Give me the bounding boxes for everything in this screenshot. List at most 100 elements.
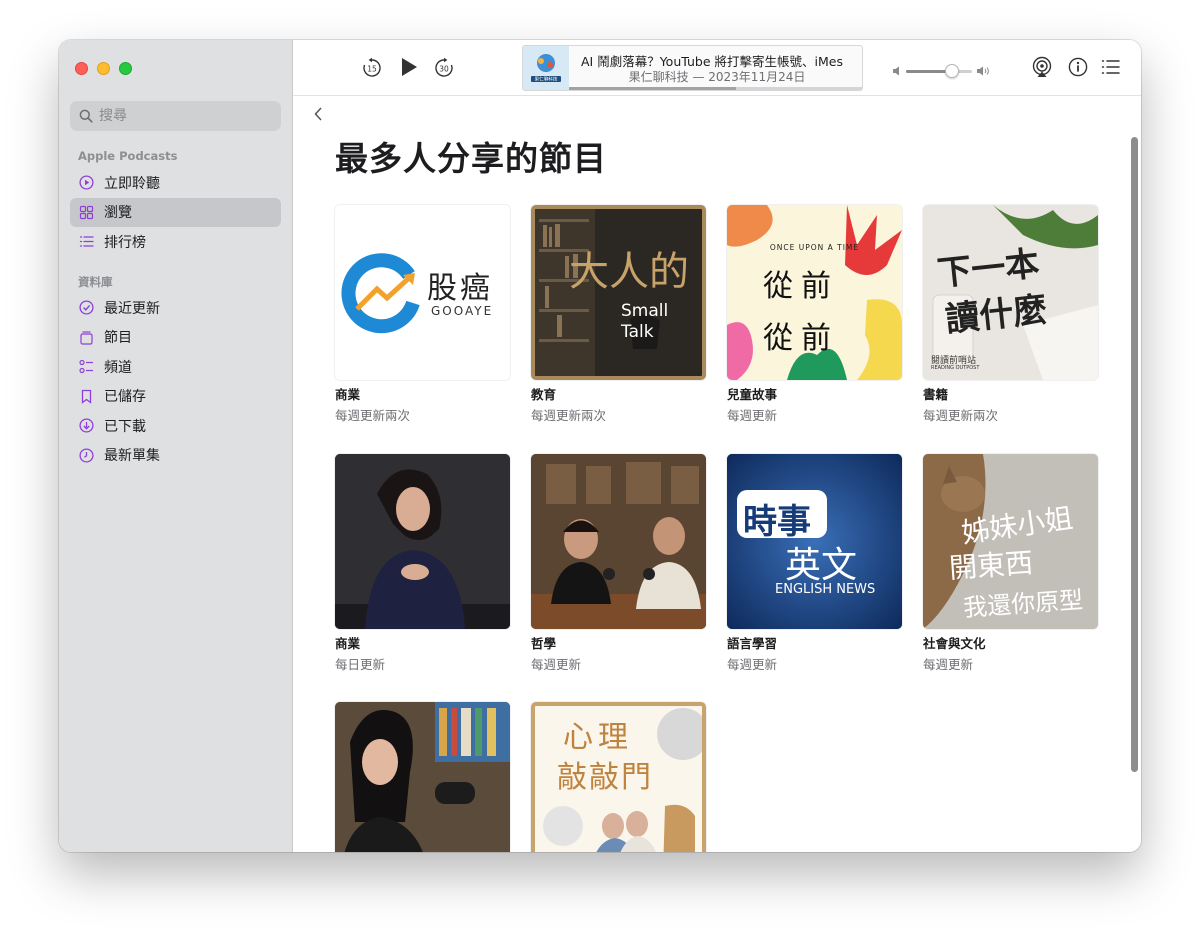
chevron-left-icon: [314, 107, 322, 121]
cover-text: 敲敲門: [557, 760, 653, 795]
show-category: 兒童故事: [727, 387, 778, 402]
volume-low-icon: [893, 66, 899, 76]
play-circle-icon: [79, 175, 94, 190]
sidebar-item-browse[interactable]: 瀏覽: [70, 197, 281, 227]
bookmark-icon: [79, 389, 94, 404]
vertical-scrollbar[interactable]: [1131, 137, 1138, 772]
cover-text: 股癌: [427, 271, 493, 306]
sidebar-item-downloaded[interactable]: 已下載: [70, 411, 281, 440]
download-icon: [79, 418, 94, 433]
sidebar-item-saved[interactable]: 已儲存: [70, 382, 281, 411]
cover-text: 大人的: [569, 249, 689, 295]
sidebar-item-listen-now[interactable]: 立即聆聽: [70, 168, 281, 197]
sidebar-item-channels[interactable]: 頻道: [70, 352, 281, 381]
sidebar: Apple Podcasts 立即聆聽 瀏覽 排行榜 資料庫 最近更新: [59, 40, 293, 852]
play-button[interactable]: [397, 55, 421, 79]
play-icon: [402, 58, 417, 76]
cover-text: Small: [621, 301, 669, 321]
info-button[interactable]: [1067, 56, 1089, 78]
show-frequency: 每週更新兩次: [531, 408, 607, 423]
sidebar-item-label: 最新單集: [104, 448, 160, 465]
skip-back-icon: 15: [363, 57, 381, 77]
show-card[interactable]: [335, 702, 510, 852]
show-artwork: 股癌 GOOAYE: [335, 205, 510, 380]
show-card[interactable]: 姊妹小姐 開東西 我還你原型 社會與文化 每週更新: [923, 454, 1098, 673]
shows-icon: [79, 330, 94, 345]
show-category: 哲學: [531, 636, 557, 651]
show-category: 書籍: [923, 387, 949, 402]
show-frequency: 每週更新兩次: [335, 408, 411, 423]
show-artwork: 下一本 讀什麼 閱讀前哨站 READING OUTPOST: [923, 205, 1098, 380]
sidebar-item-shows[interactable]: 節目: [70, 323, 281, 352]
cover-text: 從前: [763, 269, 839, 304]
show-card[interactable]: 大人的 Small Talk 教育 每週更新兩次: [531, 205, 706, 424]
volume-slider-knob[interactable]: [945, 63, 960, 78]
show-category: 教育: [531, 387, 557, 402]
show-frequency: 每週更新兩次: [923, 408, 999, 423]
show-frequency: 每週更新: [727, 408, 778, 423]
volume-high-icon: [977, 66, 989, 76]
show-card[interactable]: 股癌 GOOAYE 商業 每週更新兩次: [335, 205, 510, 424]
sidebar-item-label: 瀏覽: [104, 205, 132, 222]
cover-text: READING OUTPOST: [931, 365, 980, 371]
channels-icon: [79, 359, 94, 374]
airplay-button[interactable]: [1031, 56, 1053, 78]
show-artwork: 姊妹小姐 開東西 我還你原型: [923, 454, 1098, 629]
cover-text: 心理: [563, 720, 633, 755]
show-artwork: [335, 702, 510, 852]
section-title-library: 資料庫: [78, 275, 113, 289]
show-frequency: 每週更新: [923, 657, 974, 672]
show-category: 語言學習: [727, 636, 778, 651]
show-category: 商業: [335, 636, 361, 651]
cover-text: ONCE UPON A TIME: [769, 243, 860, 252]
sidebar-item-label: 頻道: [104, 359, 132, 376]
back-button[interactable]: [313, 106, 323, 126]
sidebar-item-recently-updated[interactable]: 最近更新: [70, 293, 281, 322]
search-field[interactable]: [70, 101, 281, 131]
close-window-button[interactable]: [75, 62, 88, 75]
airplay-audio-icon: [1032, 56, 1052, 77]
playback-progress-bar[interactable]: [569, 87, 862, 90]
show-card[interactable]: 心理 敲敲門: [531, 702, 706, 852]
sidebar-item-label: 已下載: [104, 418, 146, 435]
volume-slider[interactable]: [906, 63, 972, 78]
skip-forward-icon: 30: [435, 57, 453, 77]
page-title: 最多人分享的節目: [335, 139, 607, 178]
list-icon: [79, 234, 94, 249]
minimize-window-button[interactable]: [97, 62, 110, 75]
skip-back-label: 15: [367, 65, 377, 74]
up-next-button[interactable]: [1100, 56, 1122, 78]
show-card[interactable]: 商業 每日更新: [335, 454, 510, 673]
skip-forward-label: 30: [439, 65, 449, 74]
podcasts-window: Apple Podcasts 立即聆聽 瀏覽 排行榜 資料庫 最近更新: [59, 40, 1141, 852]
sidebar-item-top-charts[interactable]: 排行榜: [70, 227, 281, 256]
checkmark-circle-icon: [79, 300, 94, 315]
svg-text:果仁聊科技: 果仁聊科技: [535, 76, 558, 83]
cover-text: 從前: [763, 321, 839, 356]
skip-back-button[interactable]: 15: [361, 57, 383, 79]
grid-icon: [79, 205, 94, 220]
now-playing-panel[interactable]: 果仁聊科技 AI 鬧劇落幕？YouTube 將打擊寄生帳號、iMes 果仁聊科技…: [522, 45, 863, 91]
sidebar-item-label: 已儲存: [104, 389, 146, 406]
podcasts-nav: 立即聆聽 瀏覽 排行榜: [70, 168, 281, 257]
show-card[interactable]: 時事 英文 ENGLISH NEWS 語言學習 每週更新: [727, 454, 902, 673]
sidebar-item-latest-episodes[interactable]: 最新單集: [70, 441, 281, 470]
search-input[interactable]: [99, 108, 269, 124]
show-card[interactable]: 下一本 讀什麼 閱讀前哨站 READING OUTPOST 書籍 每週更新兩次: [923, 205, 1098, 424]
zoom-window-button[interactable]: [119, 62, 132, 75]
sidebar-item-label: 節目: [104, 330, 132, 347]
clock-icon: [79, 448, 94, 463]
show-category: 社會與文化: [923, 636, 986, 651]
cover-text: ENGLISH NEWS: [775, 582, 876, 597]
show-card[interactable]: 哲學 每週更新: [531, 454, 706, 673]
skip-forward-button[interactable]: 30: [433, 57, 455, 79]
show-category: 商業: [335, 387, 361, 402]
show-card[interactable]: ONCE UPON A TIME 從前 從前 兒童故事 每週更新: [727, 205, 902, 424]
show-frequency: 每週更新: [531, 657, 582, 672]
show-artwork: 時事 英文 ENGLISH NEWS: [727, 454, 902, 629]
show-frequency: 每日更新: [335, 657, 386, 672]
cover-text: GOOAYE: [431, 304, 494, 318]
now-playing-artwork: 果仁聊科技: [523, 46, 569, 90]
sidebar-item-label: 立即聆聽: [104, 175, 160, 192]
library-nav: 最近更新 節目 頻道 已儲存 已下載 最新單集: [70, 293, 281, 471]
